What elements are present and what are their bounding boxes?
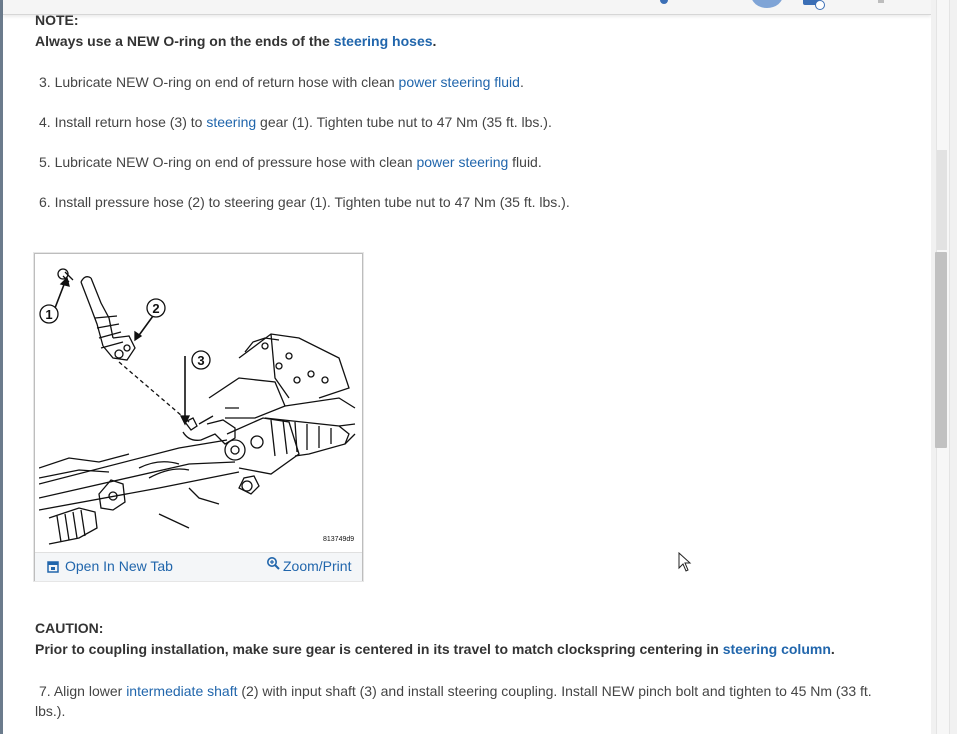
step-number: 6.: [39, 194, 51, 210]
scrollbar-region: [937, 150, 947, 250]
step-number: 4.: [39, 114, 51, 130]
link-intermediate-shaft[interactable]: intermediate shaft: [126, 683, 237, 699]
callout-1: 1: [45, 307, 52, 322]
note-text-after: .: [432, 33, 437, 49]
note-label: NOTE:: [35, 12, 79, 28]
mouse-cursor-icon: [678, 552, 692, 572]
caution-text-before: Prior to coupling installation, make sur…: [35, 641, 723, 657]
step-5: 5. Lubricate NEW O-ring on end of pressu…: [39, 154, 542, 170]
magnifier-icon: [266, 556, 280, 573]
step-text: Install return hose (3) to: [54, 114, 207, 130]
link-steering-column[interactable]: steering column: [723, 641, 831, 657]
step-number: 5.: [39, 154, 51, 170]
callout-2: 2: [152, 301, 159, 316]
step-3: 3. Lubricate NEW O-ring on end of return…: [39, 74, 524, 90]
plus-icon: [815, 0, 825, 10]
callout-3: 3: [197, 353, 204, 368]
step-text-after: fluid.: [508, 154, 542, 170]
zoom-print-label: Zoom/Print: [283, 558, 352, 574]
link-steering[interactable]: steering: [206, 114, 256, 130]
top-toolbar: [3, 0, 931, 15]
search-icon[interactable]: [660, 0, 668, 4]
caution-label: CAUTION:: [35, 620, 104, 636]
note-text: Always use a NEW O-ring on the ends of t…: [35, 33, 436, 49]
step-text-after: gear (1). Tighten tube nut to 47 Nm (35 …: [256, 114, 552, 130]
step-4: 4. Install return hose (3) to steering g…: [39, 114, 552, 130]
step-text: Lubricate NEW O-ring on end of return ho…: [54, 74, 399, 90]
steering-gear-diagram[interactable]: 1 2 3 813749d9: [39, 258, 358, 552]
step-number: 3.: [39, 74, 51, 90]
open-in-new-tab-button[interactable]: Open In New Tab: [47, 558, 173, 576]
figure-code: 813749d9: [323, 536, 354, 543]
scrollbar-thumb[interactable]: [935, 252, 947, 448]
step-text: Lubricate NEW O-ring on end of pressure …: [54, 154, 417, 170]
step-text-after: .: [519, 74, 524, 90]
step-text: Install pressure hose (2) to steering ge…: [54, 194, 570, 210]
zoom-print-button[interactable]: Zoom/Print: [266, 555, 352, 574]
menu-icon[interactable]: [878, 0, 884, 3]
step-6: 6. Install pressure hose (2) to steering…: [39, 194, 570, 210]
step-text: Align lower: [53, 683, 127, 699]
note-text-before: Always use a NEW O-ring on the ends of t…: [35, 33, 334, 49]
caution-text: Prior to coupling installation, make sur…: [35, 641, 835, 657]
link-power-steering-fluid[interactable]: power steering fluid: [399, 74, 520, 90]
link-steering-hoses[interactable]: steering hoses: [334, 33, 433, 49]
figure-actions: Open In New Tab Zoom/Print: [35, 552, 362, 581]
caution-text-after: .: [830, 641, 835, 657]
open-tab-icon: [47, 560, 59, 576]
step-7: 7. Align lower intermediate shaft (2) wi…: [35, 681, 905, 721]
avatar[interactable]: [751, 0, 783, 8]
link-power-steering[interactable]: power steering: [416, 154, 508, 170]
step-number: 7.: [39, 683, 51, 699]
window-left-edge: [0, 0, 3, 734]
figure-steering-gear: 1 2 3 813749d9 Open In New Tab Zoom/Prin…: [34, 253, 363, 581]
open-in-new-tab-label: Open In New Tab: [65, 558, 173, 574]
